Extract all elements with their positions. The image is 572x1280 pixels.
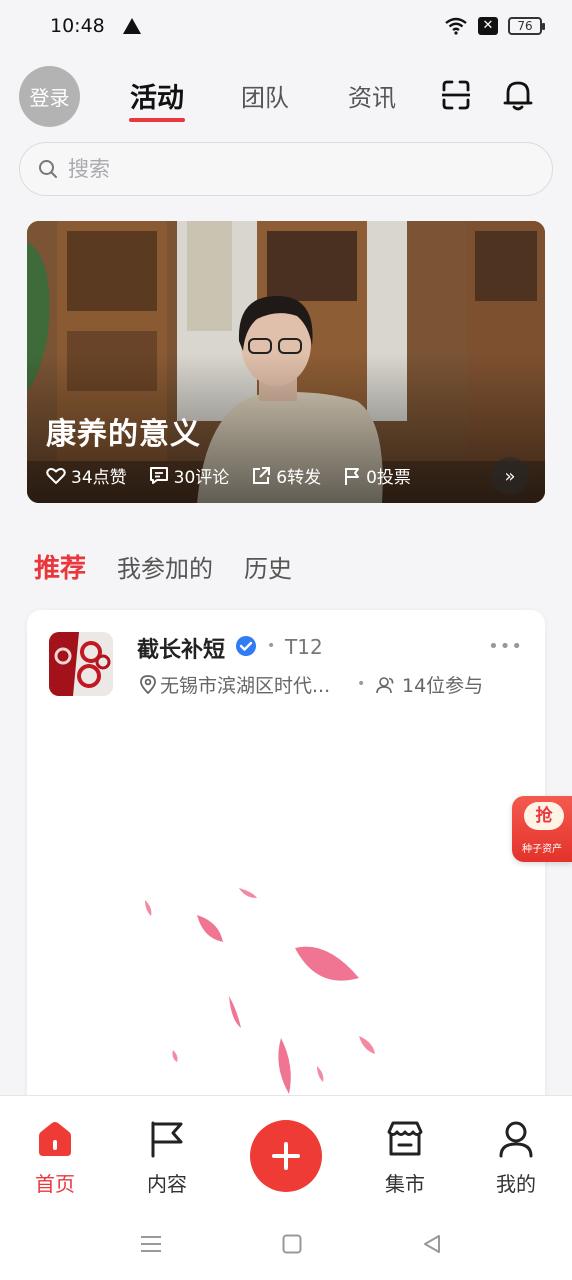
like-stat[interactable]: 34点赞	[46, 463, 127, 488]
featured-video-banner[interactable]: 康养的意义 34点赞 30评论 6转发 0投票 »	[27, 221, 545, 503]
seed-asset-float-button[interactable]: 抢 种子资产	[512, 796, 572, 862]
home-icon	[39, 1122, 71, 1156]
active-tab-indicator	[129, 118, 185, 122]
red-knots-image	[49, 632, 113, 696]
plus-icon	[272, 1142, 300, 1170]
warning-icon	[122, 18, 141, 34]
vote-count: 0投票	[366, 468, 411, 488]
bottom-navigation: 首页 内容 集市 我的	[0, 1095, 572, 1210]
verified-badge-icon	[236, 636, 256, 656]
activity-location: 无锡市滨湖区时代...	[160, 675, 331, 697]
share-count: 6转发	[276, 468, 322, 488]
activity-tag: T12	[285, 635, 323, 659]
vote-stat[interactable]: 0投票	[343, 463, 411, 488]
tab-team[interactable]: 团队	[241, 78, 289, 113]
like-count: 34点赞	[71, 468, 127, 488]
activity-thumbnail	[49, 632, 113, 696]
login-avatar-button[interactable]: 登录	[19, 66, 80, 127]
subtab-joined[interactable]: 我参加的	[117, 549, 213, 584]
nav-content[interactable]: 内容	[122, 1096, 212, 1206]
more-options-icon[interactable]: •••	[488, 636, 523, 657]
comment-icon	[149, 467, 168, 484]
feed-tabs: 推荐 我参加的 历史	[34, 548, 323, 585]
comment-stat[interactable]: 30评论	[149, 463, 230, 488]
location-pin-icon	[140, 675, 156, 694]
participants-icon	[376, 677, 394, 694]
separator-dot: •	[267, 638, 276, 654]
store-icon	[387, 1121, 423, 1156]
activity-title: 截长补短	[137, 638, 226, 663]
status-bar: 10:48 ✕ 76	[0, 0, 572, 52]
nav-profile-label: 我的	[496, 1172, 536, 1196]
back-icon[interactable]	[422, 1234, 442, 1254]
tab-news[interactable]: 资讯	[348, 78, 396, 113]
home-square-icon[interactable]	[282, 1234, 302, 1254]
scan-icon[interactable]	[442, 80, 470, 110]
nav-market[interactable]: 集市	[360, 1096, 450, 1206]
nav-profile[interactable]: 我的	[471, 1096, 561, 1206]
flag-icon	[151, 1121, 183, 1158]
activity-card[interactable]: 截长补短 • T12 ••• 无锡市滨湖区时代... • 14位参与	[27, 610, 545, 1130]
search-input[interactable]	[68, 157, 508, 181]
falling-petals-animation	[145, 888, 375, 1094]
no-sim-icon: ✕	[478, 17, 498, 35]
nav-home-label: 首页	[35, 1172, 75, 1196]
float-badge-title: 抢	[524, 802, 564, 830]
banner-stats: 34点赞 30评论 6转发 0投票	[46, 463, 433, 488]
status-time: 10:48	[50, 15, 105, 37]
comment-count: 30评论	[173, 468, 230, 488]
menu-icon[interactable]	[140, 1234, 162, 1254]
share-icon	[253, 466, 271, 484]
system-navigation-bar	[0, 1210, 572, 1280]
search-bar[interactable]	[19, 142, 553, 196]
banner-title: 康养的意义	[46, 417, 201, 452]
user-icon	[499, 1121, 533, 1158]
banner-next-button[interactable]: »	[491, 457, 529, 495]
flag-icon	[345, 467, 360, 485]
nav-content-label: 内容	[147, 1172, 187, 1196]
float-badge-subtitle: 种子资产	[522, 844, 562, 855]
participant-count: 14位参与	[402, 675, 484, 697]
nav-market-label: 集市	[385, 1172, 425, 1196]
notification-bell-icon[interactable]	[502, 78, 534, 112]
wifi-icon	[445, 17, 467, 35]
add-button[interactable]	[250, 1120, 322, 1192]
subtab-history[interactable]: 历史	[244, 549, 292, 584]
heart-icon	[46, 467, 66, 484]
tab-activity[interactable]: 活动	[130, 76, 184, 115]
separator-dot: •	[357, 676, 366, 692]
search-icon	[39, 160, 57, 178]
share-stat[interactable]: 6转发	[251, 463, 321, 488]
top-header: 登录 活动 团队 资讯	[0, 64, 572, 130]
nav-home[interactable]: 首页	[10, 1096, 100, 1206]
subtab-recommended[interactable]: 推荐	[34, 548, 86, 585]
battery-icon: 76	[508, 17, 545, 35]
